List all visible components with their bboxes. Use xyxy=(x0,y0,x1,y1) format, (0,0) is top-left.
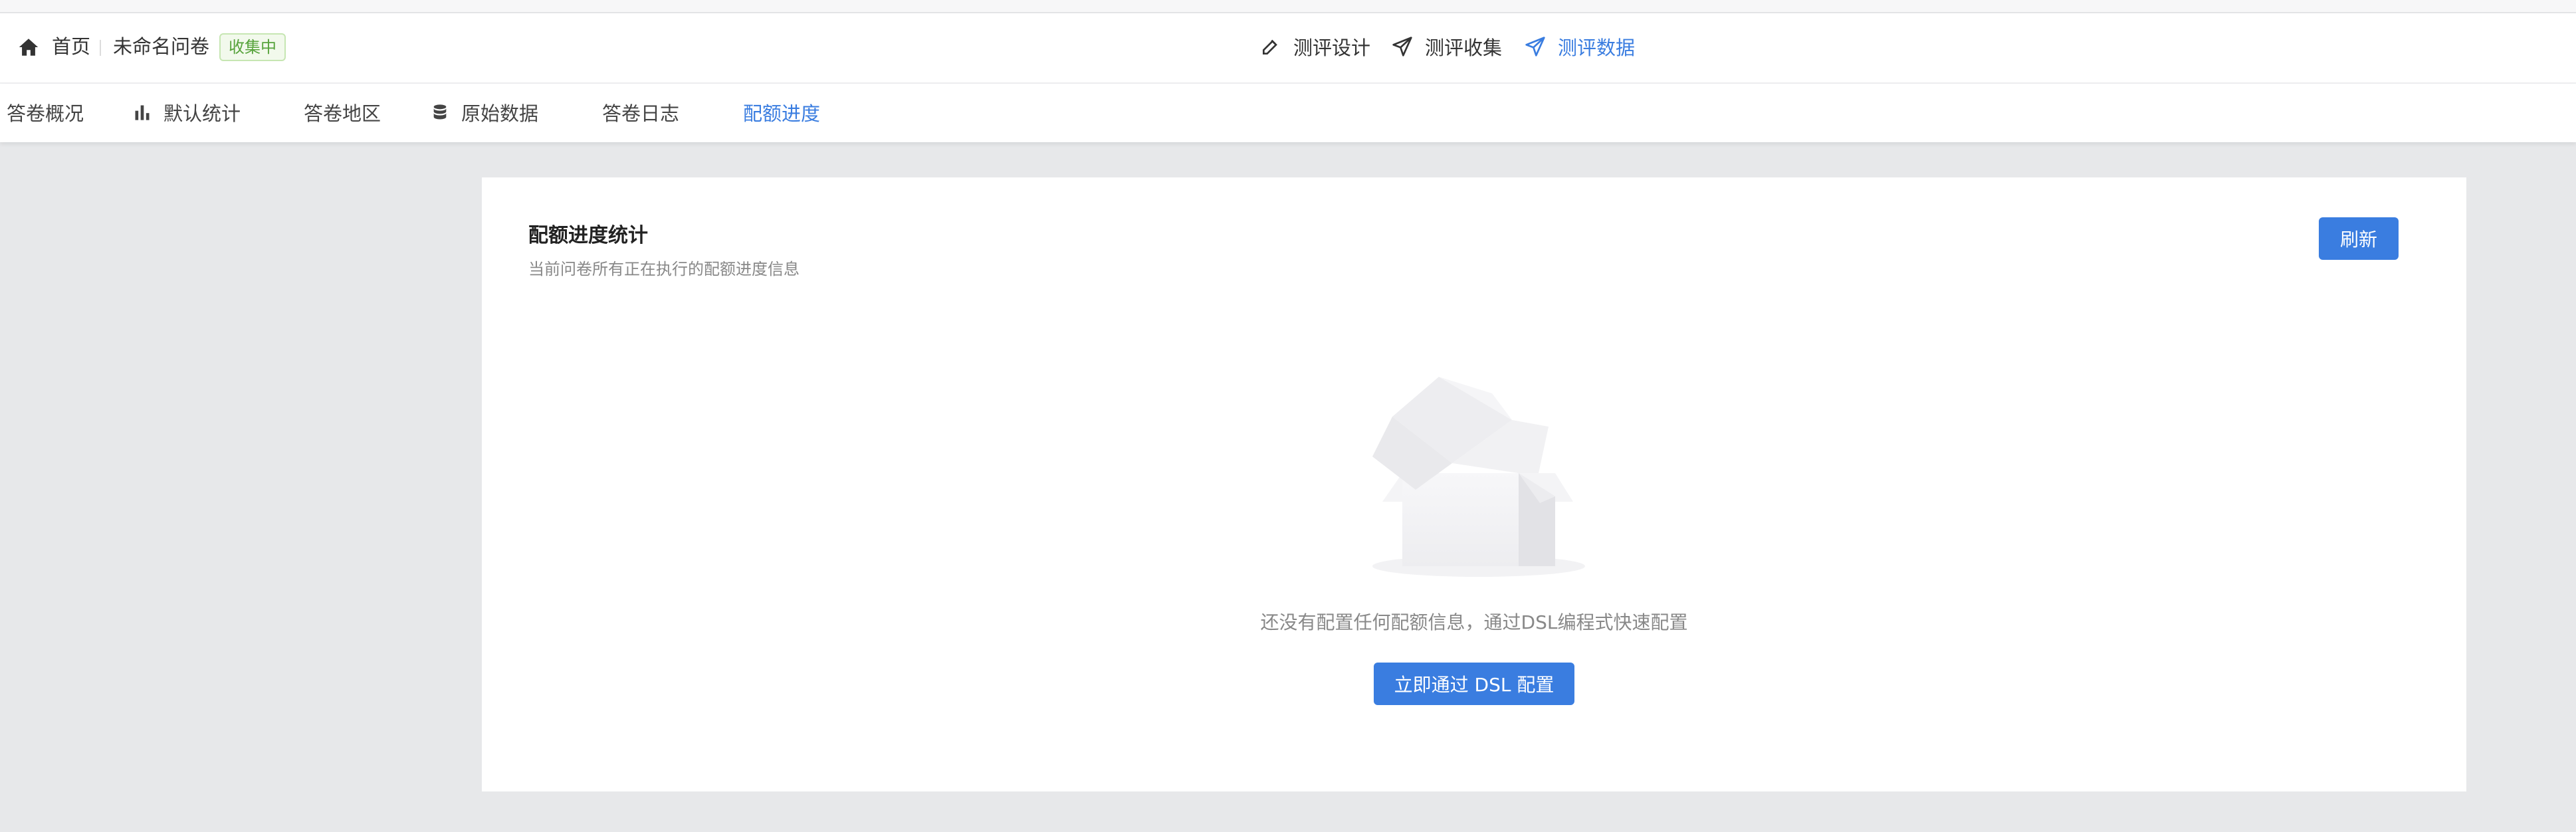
data-subnav: 答卷概况 默认统计 答卷地区 原始数据 答卷日志 配额进度 xyxy=(0,84,2576,142)
window-top-strip xyxy=(0,0,2576,13)
tab-label: 默认统计 xyxy=(163,102,241,125)
refresh-button[interactable]: 刷新 xyxy=(2319,217,2399,260)
database-icon xyxy=(433,104,447,120)
tab-default-stats[interactable]: 默认统计 xyxy=(133,97,241,128)
tab-overview[interactable]: 答卷概况 xyxy=(7,97,84,128)
mode-tab-label: 测评数据 xyxy=(1558,37,1636,59)
tab-label: 答卷概况 xyxy=(7,102,84,125)
tab-label: 配额进度 xyxy=(743,102,821,125)
home-link[interactable]: 首页 xyxy=(52,32,90,61)
tab-log[interactable]: 答卷日志 xyxy=(602,97,679,128)
empty-state-message: 还没有配置任何配额信息，通过DSL编程式快速配置 xyxy=(1260,611,1688,633)
mode-tab-collect[interactable]: 测评收集 xyxy=(1392,31,1502,62)
home-icon[interactable] xyxy=(17,36,40,58)
app-header: 首页 未命名问卷 收集中 测评设计 测评收集 测评数据 xyxy=(0,13,2576,84)
card-title: 配额进度统计 xyxy=(528,224,648,247)
tab-quota-progress[interactable]: 配额进度 xyxy=(743,97,820,128)
survey-name[interactable]: 未命名问卷 xyxy=(113,32,209,61)
edit-icon xyxy=(1263,39,1277,54)
tab-region[interactable]: 答卷地区 xyxy=(304,97,381,128)
bar-chart-icon xyxy=(135,105,150,120)
configure-via-dsl-button[interactable]: 立即通过 DSL 配置 xyxy=(1374,663,1574,705)
card-subtitle: 当前问卷所有正在执行的配额进度信息 xyxy=(528,260,800,278)
breadcrumb-separator xyxy=(100,40,101,56)
send-icon xyxy=(1392,37,1412,56)
tab-label: 原始数据 xyxy=(461,102,539,125)
send-icon xyxy=(1525,37,1545,56)
quota-progress-card: 配额进度统计 当前问卷所有正在执行的配额进度信息 刷新 还没有配置任何配额信息，… xyxy=(482,177,2466,791)
status-badge: 收集中 xyxy=(219,33,286,61)
tab-raw-data[interactable]: 原始数据 xyxy=(431,97,538,128)
mode-tab-design[interactable]: 测评设计 xyxy=(1260,31,1370,62)
mode-tab-data[interactable]: 测评数据 xyxy=(1525,31,1635,62)
mode-tab-label: 测评收集 xyxy=(1425,37,1503,59)
mode-tab-label: 测评设计 xyxy=(1293,37,1371,59)
tab-label: 答卷日志 xyxy=(602,102,680,125)
empty-box-icon xyxy=(1372,377,1585,577)
tab-label: 答卷地区 xyxy=(304,102,381,125)
